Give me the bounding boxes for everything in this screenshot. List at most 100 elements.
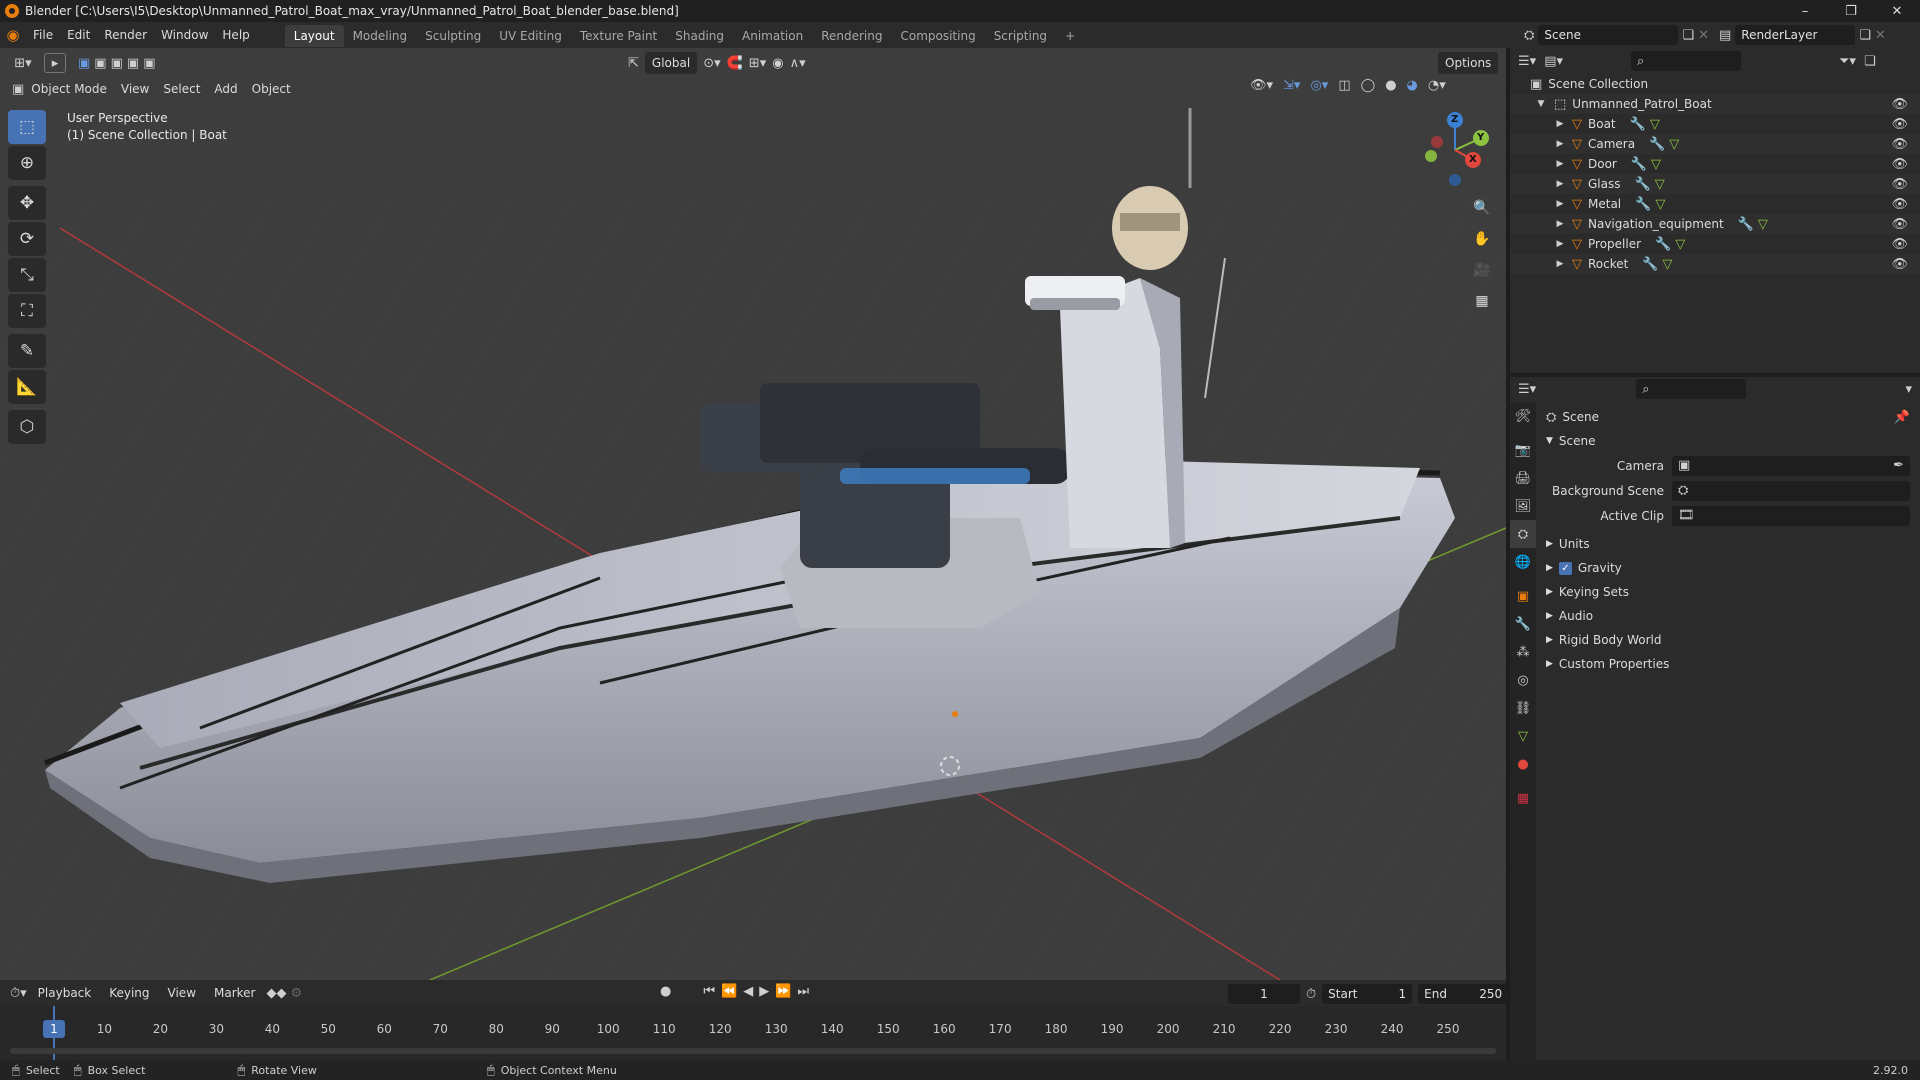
record-icon[interactable]: ● [660, 984, 671, 999]
outliner-editor-icon[interactable]: ☰▾ [1518, 54, 1536, 69]
tab-compositing[interactable]: Compositing [891, 25, 984, 47]
tab-sculpting[interactable]: Sculpting [416, 25, 490, 47]
mesh-data-icon[interactable]: ▽ [1651, 157, 1661, 172]
menu-select[interactable]: Select [156, 78, 207, 100]
outliner-row-metal[interactable]: ▶ ▽ Metal 🔧 ▽ 👁 [1510, 194, 1920, 214]
rendered-shading-icon[interactable]: ◔▾ [1428, 78, 1446, 93]
modifier-icon[interactable]: 🔧 [1635, 197, 1651, 212]
pan-hand-icon[interactable]: ✋ [1468, 225, 1496, 253]
menu-object[interactable]: Object [245, 78, 298, 100]
select-tool-icon[interactable]: ⬚ [8, 110, 46, 144]
world-tab-icon[interactable]: 🌐 [1510, 548, 1536, 576]
outliner-row-door[interactable]: ▶ ▽ Door 🔧 ▽ 👁 [1510, 154, 1920, 174]
outliner-row-glass[interactable]: ▶ ▽ Glass 🔧 ▽ 👁 [1510, 174, 1920, 194]
mesh-data-icon[interactable]: ▽ [1675, 237, 1685, 252]
mesh-data-icon[interactable]: ▽ [1650, 117, 1660, 132]
menu-window[interactable]: Window [154, 22, 215, 48]
select-intersect-icon[interactable]: ▣ [143, 56, 155, 71]
select-subtract-icon[interactable]: ▣ [111, 56, 123, 71]
tab-layout[interactable]: Layout [284, 25, 344, 47]
blender-menu-icon[interactable]: ◉ [0, 26, 26, 44]
navigation-gizmo[interactable]: Z Y X [1415, 110, 1495, 190]
snap-target-icon[interactable]: ⊞▾ [749, 56, 766, 71]
render-tab-icon[interactable]: 📷 [1510, 436, 1536, 464]
eye-icon[interactable]: 👁 [1891, 137, 1908, 152]
outliner-row-navigation-equipment[interactable]: ▶ ▽ Navigation_equipment 🔧 ▽ 👁 [1510, 214, 1920, 234]
properties-editor-icon[interactable]: ☰▾ [1518, 382, 1536, 397]
move-tool-icon[interactable]: ✥ [8, 186, 46, 220]
new-layer-icon[interactable]: ❏ [1859, 28, 1871, 43]
snap-icon[interactable]: 🧲 [727, 56, 743, 71]
mesh-data-icon[interactable]: ▽ [1655, 177, 1665, 192]
preview-range-icon[interactable]: ⏱ [1306, 987, 1316, 1002]
view-layer-tab-icon[interactable]: 🖼 [1510, 492, 1536, 520]
output-tab-icon[interactable]: 🖨 [1510, 464, 1536, 492]
eye-icon[interactable]: 👁 [1891, 117, 1908, 132]
transform-tool-icon[interactable]: ⛶ [8, 294, 46, 328]
menu-help[interactable]: Help [215, 22, 256, 48]
mesh-data-icon[interactable]: ▽ [1663, 257, 1673, 272]
properties-search-input[interactable]: ⌕ [1636, 379, 1747, 399]
options-button[interactable]: Options [1438, 52, 1499, 74]
menu-keying[interactable]: Keying [102, 982, 156, 1004]
auto-key-icon[interactable]: ⚙ [291, 986, 303, 1001]
next-key-icon[interactable]: ⏩ [775, 984, 791, 999]
current-frame-field[interactable]: 1 [1228, 984, 1300, 1004]
minimize-button[interactable]: – [1782, 0, 1828, 22]
panel-scene-header[interactable]: ▼ Scene [1542, 429, 1920, 453]
constraints-tab-icon[interactable]: ⛓ [1510, 694, 1536, 722]
expand-arrow-icon[interactable]: ▶ [1554, 179, 1566, 189]
measure-tool-icon[interactable]: 📐 [8, 370, 46, 404]
wireframe-shading-icon[interactable]: ◯ [1361, 78, 1376, 93]
gravity-checkbox[interactable]: ✓ [1558, 561, 1572, 575]
modifier-icon[interactable]: 🔧 [1649, 137, 1665, 152]
scene-selector-icon[interactable]: ⛭ [1524, 28, 1534, 43]
add-cube-tool-icon[interactable]: ⬡ [8, 410, 46, 444]
subpanel-units[interactable]: ▶ Units [1542, 532, 1920, 556]
modifier-icon[interactable]: 🔧 [1655, 237, 1671, 252]
particles-tab-icon[interactable]: ⁂ [1510, 638, 1536, 666]
mesh-data-icon[interactable]: ▽ [1655, 197, 1665, 212]
close-button[interactable]: ✕ [1874, 0, 1920, 22]
pin-icon[interactable]: 📌 [1894, 410, 1910, 425]
modifier-icon[interactable]: 🔧 [1631, 157, 1647, 172]
modifier-icon[interactable]: 🔧 [1630, 117, 1646, 132]
tab-uv-editing[interactable]: UV Editing [490, 25, 571, 47]
select-invert-icon[interactable]: ▣ [127, 56, 139, 71]
eye-icon[interactable]: 👁 [1891, 237, 1908, 252]
eye-icon[interactable]: 👁 [1891, 157, 1908, 172]
menu-playback[interactable]: Playback [31, 982, 99, 1004]
editor-type-icon[interactable]: ⊞▾ [8, 56, 38, 71]
annotate-tool-icon[interactable]: ✎ [8, 334, 46, 368]
outliner-row-collection[interactable]: ▼ ⬚ Unmanned_Patrol_Boat 👁 [1510, 94, 1920, 114]
prev-key-icon[interactable]: ⏪ [721, 984, 737, 999]
rotate-tool-icon[interactable]: ⟳ [8, 222, 46, 256]
pivot-icon[interactable]: ⊙▾ [703, 56, 720, 71]
outliner-row-boat[interactable]: ▶ ▽ Boat 🔧 ▽ 👁 [1510, 114, 1920, 134]
jump-end-icon[interactable]: ⏭ [797, 984, 809, 999]
subpanel-audio[interactable]: ▶ Audio [1542, 604, 1920, 628]
eye-icon[interactable]: 👁 [1891, 197, 1908, 212]
expand-arrow-icon[interactable]: ▶ [1554, 119, 1566, 129]
outliner-row-scene-collection[interactable]: ▣ Scene Collection [1510, 74, 1920, 94]
eyedropper-icon[interactable]: ✒ [1893, 458, 1904, 473]
xray-icon[interactable]: ◫ [1338, 78, 1350, 93]
orientation-dropdown[interactable]: Global [644, 52, 698, 74]
delete-scene-icon[interactable]: ✕ [1698, 28, 1709, 43]
subpanel-gravity[interactable]: ▶ ✓ Gravity [1542, 556, 1920, 580]
menu-file[interactable]: File [26, 22, 60, 48]
new-scene-icon[interactable]: ❏ [1682, 28, 1694, 43]
tab-texture-paint[interactable]: Texture Paint [571, 25, 666, 47]
expand-arrow-icon[interactable]: ▶ [1554, 219, 1566, 229]
camera-field[interactable]: ▣ ✒ [1672, 455, 1910, 476]
subpanel-rigid-body-world[interactable]: ▶ Rigid Body World [1542, 628, 1920, 652]
modifier-icon[interactable]: 🔧 [1635, 177, 1651, 192]
maximize-button[interactable]: ❐ [1828, 0, 1874, 22]
tab-scripting[interactable]: Scripting [985, 25, 1056, 47]
scene-tab-icon[interactable]: ⛭ [1510, 520, 1536, 548]
timeline-ruler[interactable]: 10 20 30 40 50 60 70 80 90 100 110 120 130 140 150 160 1… [0, 1006, 1506, 1060]
properties-options-icon[interactable]: ▾ [1905, 382, 1912, 397]
mesh-data-icon[interactable]: ▽ [1758, 217, 1768, 232]
outliner-row-propeller[interactable]: ▶ ▽ Propeller 🔧 ▽ 👁 [1510, 234, 1920, 254]
timeline-editor-icon[interactable]: ⏱▾ [10, 986, 27, 1001]
